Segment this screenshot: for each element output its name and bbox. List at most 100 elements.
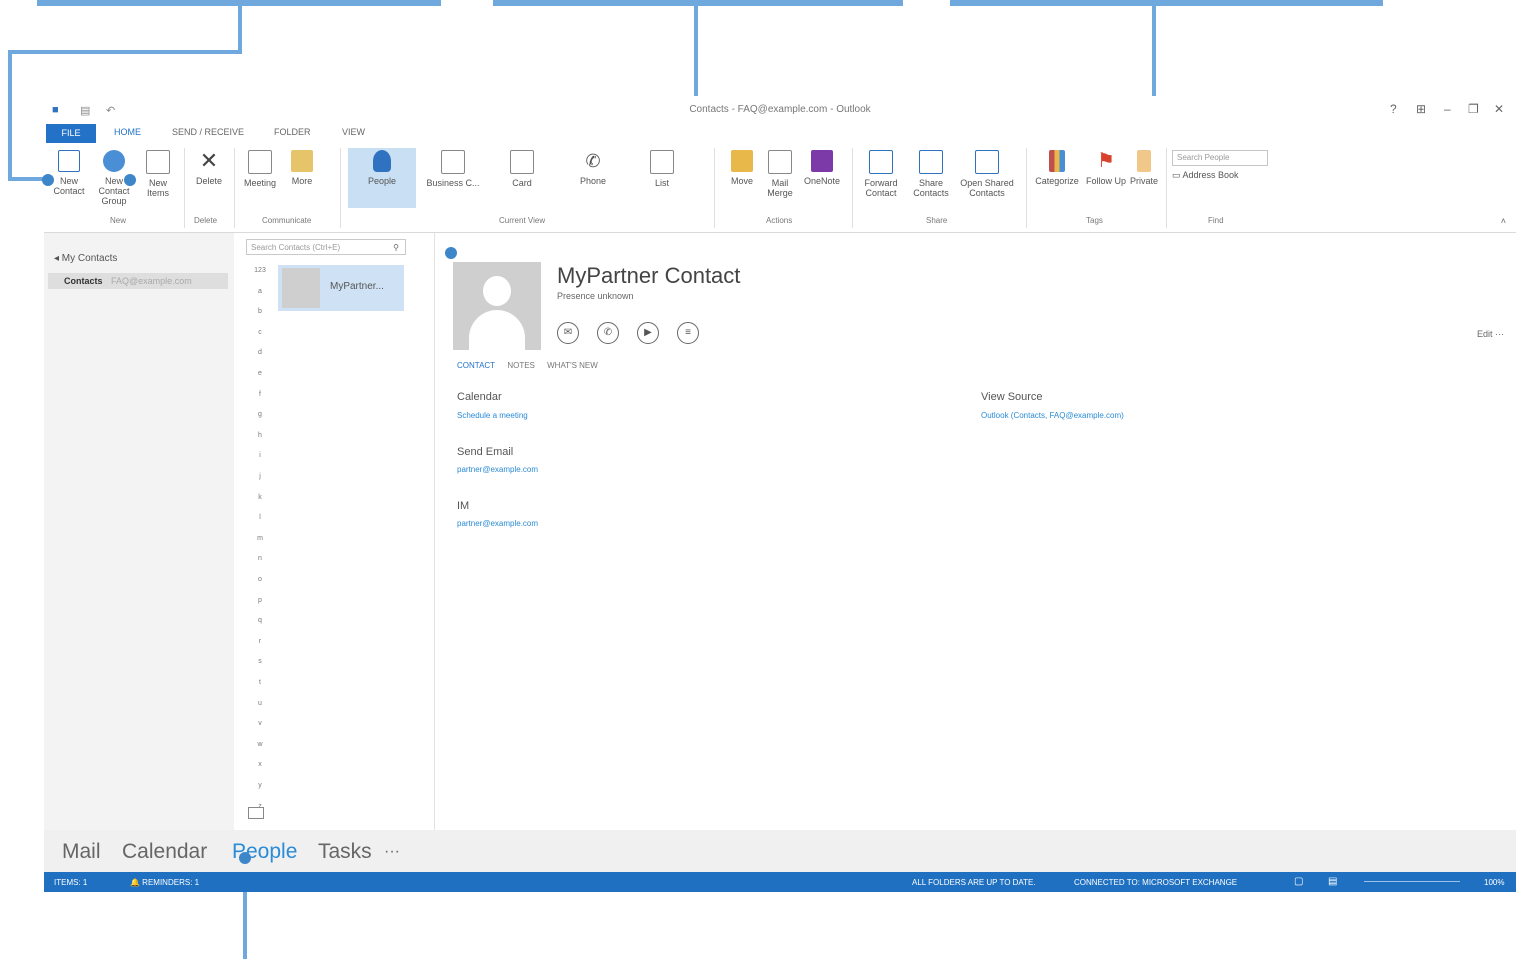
connection-status: CONNECTED TO: MICROSOFT EXCHANGE [1074, 878, 1238, 887]
alphabet-letter[interactable]: k [254, 494, 266, 501]
email-icon[interactable]: ≡ [677, 322, 699, 344]
view-list-button[interactable]: List [636, 148, 688, 208]
alphabet-letter[interactable]: p [254, 597, 266, 604]
collapse-ribbon-icon[interactable]: ˄ [1501, 216, 1506, 226]
message-icon[interactable]: ✉ [557, 322, 579, 344]
alphabet-letter[interactable]: t [254, 679, 266, 686]
alphabet-letter[interactable]: b [254, 308, 266, 315]
alphabet-letter[interactable]: q [254, 617, 266, 624]
view-people-button[interactable]: People [348, 148, 416, 208]
call-icon[interactable]: ✆ [597, 322, 619, 344]
reading-view-icon[interactable]: ▤ [1328, 876, 1337, 887]
email-link[interactable]: partner@example.com [457, 465, 538, 474]
schedule-meeting-link[interactable]: Schedule a meeting [457, 411, 528, 420]
minimize-icon[interactable]: – [1444, 102, 1451, 116]
outlook-window: ■ ▤ ↶ Contacts - FAQ@example.com - Outlo… [44, 96, 1516, 892]
folder-contacts[interactable]: Contacts FAQ@example.com [48, 273, 228, 289]
alphabet-letter[interactable]: x [254, 761, 266, 768]
tab-home[interactable]: HOME [114, 127, 141, 137]
mail-merge-button[interactable]: Mail Merge [762, 148, 798, 208]
alphabet-letter[interactable]: j [254, 473, 266, 480]
im-link[interactable]: partner@example.com [457, 519, 538, 528]
nav-mail[interactable]: Mail [62, 840, 101, 864]
categorize-button[interactable]: Categorize [1030, 148, 1084, 208]
nav-more[interactable]: ··· [384, 843, 400, 861]
alphabet-letter[interactable]: w [254, 741, 266, 748]
alphabet-letter[interactable]: 123 [254, 267, 266, 274]
help-icon[interactable]: ? [1390, 102, 1397, 116]
forward-contact-icon [869, 150, 893, 174]
alphabet-letter[interactable]: n [254, 555, 266, 562]
video-icon[interactable]: ▶ [637, 322, 659, 344]
alphabet-letter[interactable]: g [254, 411, 266, 418]
more-button[interactable]: More [284, 148, 320, 208]
new-items-button[interactable]: New Items [138, 148, 178, 208]
alphabet-letter[interactable]: f [254, 391, 266, 398]
reading-pane: MyPartner Contact Presence unknown ✉ ✆ ▶… [435, 233, 1516, 830]
view-phone-button[interactable]: ✆ Phone [558, 148, 628, 208]
callout-dot [445, 247, 457, 259]
address-book-button[interactable]: ▭ Address Book [1172, 170, 1239, 181]
alphabet-letter[interactable]: c [254, 329, 266, 336]
contact-name: MyPartner Contact [557, 263, 741, 288]
alphabet-letter[interactable]: m [254, 535, 266, 542]
private-button[interactable]: Private [1126, 148, 1162, 208]
alphabet-letter[interactable]: e [254, 370, 266, 377]
alphabet-letter[interactable]: v [254, 720, 266, 727]
zoom-level[interactable]: 100% [1484, 878, 1504, 887]
tab-file[interactable]: FILE [46, 124, 96, 143]
alphabet-letter[interactable]: u [254, 700, 266, 707]
restore-icon[interactable]: ❐ [1468, 102, 1479, 116]
tab-view[interactable]: VIEW [342, 127, 365, 137]
callout-line [8, 50, 12, 180]
meeting-button[interactable]: Meeting [240, 148, 280, 208]
alphabet-letter[interactable]: i [254, 452, 266, 459]
move-button[interactable]: Move [722, 148, 762, 208]
view-business-card-button[interactable]: Business C... [420, 148, 486, 208]
tab-folder[interactable]: FOLDER [274, 127, 311, 137]
tab-whats-new[interactable]: WHAT'S NEW [547, 361, 598, 370]
alphabet-letter[interactable]: s [254, 658, 266, 665]
normal-view-icon[interactable]: ▢ [1294, 876, 1303, 887]
search-people-input[interactable]: Search People [1172, 150, 1268, 166]
zoom-slider[interactable] [1364, 881, 1460, 882]
close-icon[interactable]: ✕ [1494, 102, 1504, 116]
alphabet-letter[interactable]: o [254, 576, 266, 583]
group-label-current-view: Current View [499, 216, 546, 225]
callout-dot [124, 174, 136, 186]
share-contacts-icon [919, 150, 943, 174]
more-icon [291, 150, 313, 172]
view-card-button[interactable]: Card [490, 148, 554, 208]
alphabet-letter[interactable]: h [254, 432, 266, 439]
delete-button[interactable]: ✕ Delete [190, 148, 228, 208]
my-contacts-header[interactable]: ◂ My Contacts [54, 253, 117, 264]
nav-calendar[interactable]: Calendar [122, 840, 207, 864]
tab-send-receive[interactable]: SEND / RECEIVE [172, 127, 244, 137]
edit-button[interactable]: Edit ··· [1477, 329, 1504, 339]
alphabet-letter[interactable]: d [254, 349, 266, 356]
share-contacts-button[interactable]: Share Contacts [908, 148, 954, 208]
contact-card[interactable]: MyPartner... [278, 265, 404, 311]
alphabet-letter[interactable]: l [254, 514, 266, 521]
tab-contact[interactable]: CONTACT [457, 361, 495, 370]
tab-notes[interactable]: NOTES [507, 361, 535, 370]
send-email-label: Send Email [457, 446, 514, 458]
onenote-button[interactable]: OneNote [798, 148, 846, 208]
address-card-icon[interactable] [248, 807, 264, 819]
new-contact-button[interactable]: New Contact [48, 148, 90, 208]
move-folder-icon [731, 150, 753, 172]
search-contacts-input[interactable]: Search Contacts (Ctrl+E) ⚲ [246, 239, 406, 255]
alphabet-letter[interactable]: a [254, 288, 266, 295]
open-shared-contacts-button[interactable]: Open Shared Contacts [954, 148, 1020, 208]
sync-status: ALL FOLDERS ARE UP TO DATE. [912, 878, 1036, 887]
nav-tasks[interactable]: Tasks [318, 840, 372, 864]
presence-status: Presence unknown [557, 291, 634, 301]
ribbon-separator [234, 148, 235, 228]
ribbon-display-icon[interactable]: ⊞ [1416, 102, 1426, 116]
alphabet-letter[interactable]: r [254, 638, 266, 645]
forward-contact-button[interactable]: Forward Contact [856, 148, 906, 208]
follow-up-button[interactable]: ⚑ Follow Up [1084, 148, 1128, 208]
alphabet-letter[interactable]: y [254, 782, 266, 789]
reminders-count[interactable]: 🔔 REMINDERS: 1 [130, 878, 199, 887]
view-source-link[interactable]: Outlook (Contacts, FAQ@example.com) [981, 411, 1124, 420]
